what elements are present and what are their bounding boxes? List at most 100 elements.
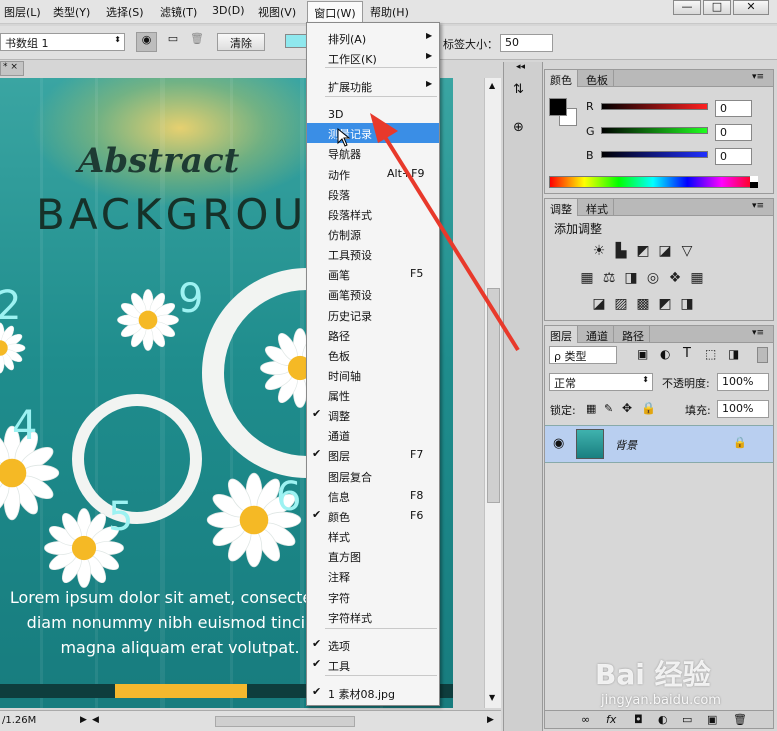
window-menu-item[interactable]: 直方图 — [307, 546, 439, 566]
trash-button[interactable]: 🗑 — [187, 32, 207, 52]
scroll-right-icon[interactable]: ▶ — [487, 715, 494, 725]
scroll-down-icon[interactable]: ▼ — [489, 693, 495, 702]
minimize-button[interactable]: — — [673, 0, 701, 15]
adjustment-filter-icon[interactable]: ◐ — [660, 347, 670, 361]
levels-icon[interactable]: ▙ — [613, 243, 629, 259]
tab-size-input[interactable]: 50 — [500, 34, 553, 52]
document-tab[interactable]: * × — [0, 61, 24, 76]
window-menu-item[interactable]: ✔ 图层 F7 — [307, 445, 439, 465]
red-slider[interactable] — [601, 103, 708, 110]
window-menu-item[interactable]: 通道 — [307, 425, 439, 445]
tab-swatches[interactable]: 色板 — [581, 70, 614, 87]
clear-button[interactable]: 清除 — [217, 33, 265, 51]
window-menu-item[interactable]: 样式 — [307, 526, 439, 546]
window-menu-item[interactable]: 信息 F8 — [307, 486, 439, 506]
link-layers-icon[interactable]: ∞ — [581, 713, 590, 726]
layer-filter-select[interactable]: ρ 类型 — [549, 346, 617, 364]
blend-mode-select[interactable]: 正常 ⬍ — [549, 373, 653, 391]
panel-menu-icon[interactable]: ▾≡ — [752, 72, 764, 82]
color-swatch[interactable] — [285, 34, 307, 48]
menu-select[interactable]: 选择(S) — [106, 4, 144, 20]
window-menu-item[interactable]: 工作区(K) ▶ — [307, 48, 439, 68]
lock-pixels-icon[interactable]: ✎ — [604, 402, 613, 415]
color-spectrum-bar[interactable] — [549, 176, 757, 188]
layer-row-background[interactable]: ◉ 背景 🔒 — [545, 425, 773, 463]
selective-color-icon[interactable]: ◩ — [657, 296, 673, 312]
type-filter-icon[interactable]: T — [683, 346, 691, 361]
color-lookup-icon[interactable]: ▦ — [689, 270, 705, 286]
shape-filter-icon[interactable]: ⬚ — [705, 347, 716, 361]
vibrance-icon[interactable]: ▽ — [679, 243, 695, 259]
menu-3d[interactable]: 3D(D) — [212, 4, 245, 17]
window-menu-item[interactable]: 注释 — [307, 566, 439, 586]
menu-window[interactable]: 窗口(W) — [307, 1, 363, 23]
window-menu-item[interactable]: 属性 — [307, 385, 439, 405]
window-menu-item[interactable]: 排列(A) ▶ — [307, 28, 439, 48]
black-white-icon[interactable]: ◨ — [623, 270, 639, 286]
blue-label: B — [586, 149, 594, 162]
channel-mixer-icon[interactable]: ❖ — [667, 270, 683, 286]
maximize-button[interactable]: □ — [703, 0, 731, 15]
visibility-eye-icon[interactable]: ◉ — [553, 436, 564, 451]
window-menu-item[interactable]: ✔ 调整 — [307, 405, 439, 425]
menu-filter[interactable]: 滤镜(T) — [160, 4, 197, 20]
window-menu-item[interactable]: 字符样式 — [307, 607, 439, 627]
measurement-panel-icon[interactable]: ⇅ — [513, 82, 533, 104]
layer-name[interactable]: 背景 — [615, 437, 637, 453]
tab-layers[interactable]: 图层 — [545, 326, 578, 343]
tab-adjustments[interactable]: 调整 — [545, 199, 578, 216]
menu-type[interactable]: 类型(Y) — [53, 4, 90, 20]
red-value-input[interactable]: 0 — [715, 100, 752, 117]
posterize-icon[interactable]: ▨ — [613, 296, 629, 312]
window-menu-item[interactable]: 图层复合 — [307, 466, 439, 486]
lock-position-icon[interactable]: ✥ — [622, 401, 632, 415]
tab-styles[interactable]: 样式 — [581, 199, 614, 216]
window-menu-item[interactable]: 时间轴 — [307, 365, 439, 385]
window-menu-item[interactable]: ✔ 工具 — [307, 655, 439, 675]
fill-input[interactable]: 100% — [717, 400, 769, 418]
group-select[interactable]: 书数组 1 ⬍ — [0, 33, 125, 51]
threshold-icon[interactable]: ▩ — [635, 296, 651, 312]
foreground-color-swatch[interactable] — [549, 98, 567, 116]
close-button[interactable]: ✕ — [733, 0, 769, 15]
green-value-input[interactable]: 0 — [715, 124, 752, 141]
window-menu-item[interactable]: 扩展功能 ▶ — [307, 76, 439, 96]
tab-color[interactable]: 颜色 — [545, 70, 578, 87]
window-menu-item[interactable]: ✔ 1 素材08.jpg — [307, 683, 439, 703]
gradient-map-icon[interactable]: ◨ — [679, 296, 695, 312]
panel-menu-icon[interactable]: ▾≡ — [752, 201, 764, 211]
photo-filter-icon[interactable]: ◎ — [645, 270, 661, 286]
horizontal-scroll-thumb[interactable] — [215, 716, 355, 727]
filter-toggle[interactable] — [757, 347, 768, 363]
menu-help[interactable]: 帮助(H) — [370, 4, 409, 20]
window-menu-item[interactable]: ✔ 颜色 F6 — [307, 506, 439, 526]
window-menu-item[interactable]: ✔ 选项 — [307, 635, 439, 655]
brightness-icon[interactable]: ☀ — [591, 243, 607, 259]
lock-all-icon[interactable]: 🔒 — [641, 401, 656, 415]
exposure-icon[interactable]: ◪ — [657, 243, 673, 259]
bw-swatch[interactable] — [750, 176, 758, 188]
folder-button[interactable]: ▭ — [163, 32, 183, 52]
curves-icon[interactable]: ◩ — [635, 243, 651, 259]
smart-object-filter-icon[interactable]: ◨ — [728, 347, 739, 361]
menu-layer[interactable]: 图层(L) — [4, 4, 41, 20]
invert-icon[interactable]: ◪ — [591, 296, 607, 312]
window-menu-item[interactable]: 字符 — [307, 587, 439, 607]
tab-paths[interactable]: 路径 — [617, 326, 650, 343]
collapse-icon[interactable]: ◂◂ — [516, 62, 525, 72]
scroll-left-icon[interactable]: ◀ — [92, 715, 99, 725]
status-arrow-icon[interactable]: ▶ — [80, 715, 87, 725]
panel-menu-icon[interactable]: ▾≡ — [752, 328, 764, 338]
eye-toggle-button[interactable]: ◉ — [136, 32, 157, 52]
blue-value-input[interactable]: 0 — [715, 148, 752, 165]
scroll-up-icon[interactable]: ▲ — [489, 81, 495, 90]
opacity-input[interactable]: 100% — [717, 373, 769, 391]
pixel-filter-icon[interactable]: ▣ — [637, 347, 648, 361]
lock-transparent-icon[interactable]: ▦ — [586, 402, 596, 415]
menu-view[interactable]: 视图(V) — [258, 4, 296, 20]
tab-channels[interactable]: 通道 — [581, 326, 614, 343]
blue-slider[interactable] — [601, 151, 708, 158]
color-balance-icon[interactable]: ⚖ — [601, 270, 617, 286]
green-slider[interactable] — [601, 127, 708, 134]
hue-saturation-icon[interactable]: ▦ — [579, 270, 595, 286]
